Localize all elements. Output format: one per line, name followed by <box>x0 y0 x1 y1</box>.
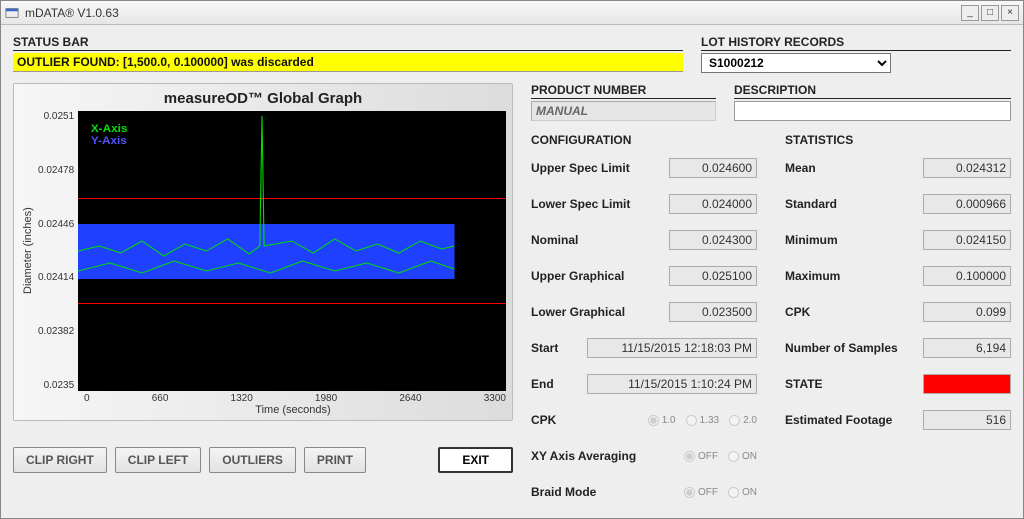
cpk-stat-label: CPK <box>785 305 810 319</box>
braid-off[interactable] <box>684 487 695 498</box>
end-label: End <box>531 377 554 391</box>
y-ticks: 0.02510.024780.024460.024140.023820.0235 <box>36 111 78 391</box>
x-ticks: 06601320198026403300 <box>20 391 506 404</box>
minimize-button[interactable]: _ <box>961 5 979 21</box>
stats-column: STATISTICS Mean 0.024312 Standard 0.000966… <box>785 133 1011 517</box>
std-label: Standard <box>785 197 837 211</box>
cpk-radio-group: 1.0 1.33 2.0 <box>648 415 757 426</box>
xyavg-radio-group: OFF ON <box>684 451 757 462</box>
x-axis-label: Time (seconds) <box>20 404 506 416</box>
product-number-value: MANUAL <box>531 101 716 121</box>
lsl-value: 0.024000 <box>669 194 757 214</box>
nominal-value: 0.024300 <box>669 230 757 250</box>
clip-right-button[interactable]: CLIP RIGHT <box>13 447 107 473</box>
usl-label: Upper Spec Limit <box>531 161 630 175</box>
ugl-label: Upper Graphical <box>531 269 624 283</box>
lsl-label: Lower Spec Limit <box>531 197 630 211</box>
status-bar-message: OUTLIER FOUND: [1,500.0, 0.100000] was d… <box>13 53 683 72</box>
braid-radio-group: OFF ON <box>684 487 757 498</box>
chart-frame: measureOD™ Global Graph Diameter (inches… <box>13 83 513 421</box>
product-number-heading: PRODUCT NUMBER <box>531 83 716 99</box>
nominal-label: Nominal <box>531 233 578 247</box>
usl-value: 0.024600 <box>669 158 757 178</box>
status-bar-heading: STATUS BAR <box>13 35 683 51</box>
lgl-value: 0.023500 <box>669 302 757 322</box>
app-window: mDATA® V1.0.63 _ □ × STATUS BAR OUTLIER … <box>0 0 1024 519</box>
close-button[interactable]: × <box>1001 5 1019 21</box>
state-indicator <box>923 374 1011 394</box>
outliers-button[interactable]: OUTLIERS <box>209 447 296 473</box>
footage-value: 516 <box>923 410 1011 430</box>
titlebar: mDATA® V1.0.63 _ □ × <box>1 1 1023 25</box>
maximize-button[interactable]: □ <box>981 5 999 21</box>
chart-panel: measureOD™ Global Graph Diameter (inches… <box>13 83 513 514</box>
min-value: 0.024150 <box>923 230 1011 250</box>
footage-label: Estimated Footage <box>785 413 892 427</box>
exit-button[interactable]: EXIT <box>438 447 513 473</box>
xyavg-on[interactable] <box>728 451 739 462</box>
cpk-stat-value: 0.099 <box>923 302 1011 322</box>
mean-label: Mean <box>785 161 816 175</box>
max-value: 0.100000 <box>923 266 1011 286</box>
chart-plot: X-Axis Y-Axis <box>78 111 506 391</box>
samples-value: 6,194 <box>923 338 1011 358</box>
chart-legend: X-Axis Y-Axis <box>91 123 128 147</box>
state-label: STATE <box>785 377 823 391</box>
clip-left-button[interactable]: CLIP LEFT <box>115 447 201 473</box>
config-heading: CONFIGURATION <box>531 133 757 147</box>
ugl-value: 0.025100 <box>669 266 757 286</box>
cpk-config-label: CPK <box>531 413 556 427</box>
max-label: Maximum <box>785 269 840 283</box>
xyavg-off[interactable] <box>684 451 695 462</box>
start-label: Start <box>531 341 558 355</box>
xyavg-label: XY Axis Averaging <box>531 449 636 463</box>
lot-history-select[interactable]: S1000212 <box>701 53 891 73</box>
cpk-opt-1[interactable] <box>648 415 659 426</box>
cpk-opt-2[interactable] <box>686 415 697 426</box>
std-value: 0.000966 <box>923 194 1011 214</box>
lot-history-heading: LOT HISTORY RECORDS <box>701 35 1011 51</box>
stats-heading: STATISTICS <box>785 133 1011 147</box>
samples-label: Number of Samples <box>785 341 898 355</box>
config-column: CONFIGURATION Upper Spec Limit 0.024600 L… <box>531 133 757 517</box>
min-label: Minimum <box>785 233 838 247</box>
description-field[interactable] <box>734 101 1011 121</box>
window-title: mDATA® V1.0.63 <box>25 6 119 20</box>
chart-title: measureOD™ Global Graph <box>20 90 506 107</box>
braid-on[interactable] <box>728 487 739 498</box>
description-heading: DESCRIPTION <box>734 83 1011 99</box>
y-axis-label: Diameter (inches) <box>20 111 36 391</box>
window-controls: _ □ × <box>961 5 1019 21</box>
print-button[interactable]: PRINT <box>304 447 366 473</box>
right-panel: PRODUCT NUMBER MANUAL DESCRIPTION CONFIG… <box>531 83 1011 514</box>
mean-value: 0.024312 <box>923 158 1011 178</box>
lgl-label: Lower Graphical <box>531 305 625 319</box>
end-value: 11/15/2015 1:10:24 PM <box>587 374 757 394</box>
cpk-opt-3[interactable] <box>729 415 740 426</box>
start-value: 11/15/2015 12:18:03 PM <box>587 338 757 358</box>
braid-label: Braid Mode <box>531 485 596 499</box>
app-icon <box>5 6 19 20</box>
